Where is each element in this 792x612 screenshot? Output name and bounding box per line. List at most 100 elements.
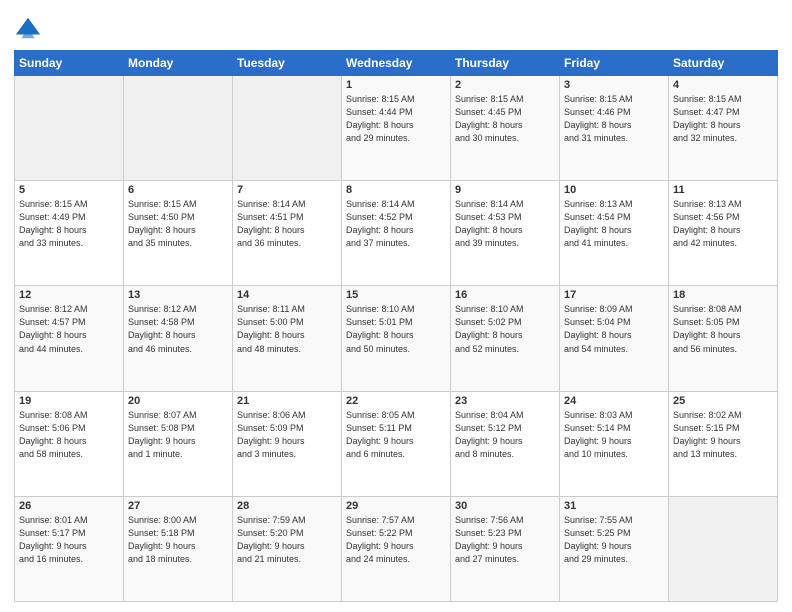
calendar-cell (15, 76, 124, 181)
header (14, 10, 778, 42)
day-info: Sunrise: 8:01 AM Sunset: 5:17 PM Dayligh… (19, 514, 119, 566)
calendar-cell: 18 Sunrise: 8:08 AM Sunset: 5:05 PM Dayli… (669, 286, 778, 391)
calendar-cell: 25 Sunrise: 8:02 AM Sunset: 5:15 PM Dayli… (669, 391, 778, 496)
calendar-cell: 10Sunrise: 8:13 AM Sunset: 4:54 PM Dayli… (560, 181, 669, 286)
day-info: Sunrise: 8:04 AM Sunset: 5:12 PM Dayligh… (455, 409, 555, 461)
day-number: 14 (237, 289, 337, 301)
calendar-cell: 19 Sunrise: 8:08 AM Sunset: 5:06 PM Dayli… (15, 391, 124, 496)
day-number: 18 (673, 289, 773, 301)
day-info: Sunrise: 8:13 AM Sunset: 4:56 PM Dayligh… (673, 198, 773, 250)
calendar-cell: 7 Sunrise: 8:14 AM Sunset: 4:51 PM Daylig… (233, 181, 342, 286)
calendar-cell: 8 Sunrise: 8:14 AM Sunset: 4:52 PM Daylig… (342, 181, 451, 286)
day-info: Sunrise: 8:10 AM Sunset: 5:02 PM Dayligh… (455, 303, 555, 355)
calendar-cell: 28Sunrise: 7:59 AM Sunset: 5:20 PM Dayli… (233, 496, 342, 601)
day-info: Sunrise: 8:03 AM Sunset: 5:14 PM Dayligh… (564, 409, 664, 461)
day-number: 23 (455, 395, 555, 407)
day-number: 6 (128, 184, 228, 196)
logo-area (14, 14, 44, 42)
day-number: 16 (455, 289, 555, 301)
calendar-cell: 4Sunrise: 8:15 AM Sunset: 4:47 PM Daylig… (669, 76, 778, 181)
day-info: Sunrise: 7:59 AM Sunset: 5:20 PM Dayligh… (237, 514, 337, 566)
weekday-header-tuesday: Tuesday (233, 51, 342, 76)
weekday-header-saturday: Saturday (669, 51, 778, 76)
day-number: 25 (673, 395, 773, 407)
day-info: Sunrise: 8:15 AM Sunset: 4:47 PM Dayligh… (673, 93, 773, 145)
calendar-cell: 20 Sunrise: 8:07 AM Sunset: 5:08 PM Dayli… (124, 391, 233, 496)
calendar-week-1: 1 Sunrise: 8:15 AM Sunset: 4:44 PM Daylig… (15, 76, 778, 181)
day-info: Sunrise: 8:14 AM Sunset: 4:53 PM Dayligh… (455, 198, 555, 250)
day-info: Sunrise: 8:08 AM Sunset: 5:05 PM Dayligh… (673, 303, 773, 355)
day-number: 20 (128, 395, 228, 407)
calendar-cell (124, 76, 233, 181)
weekday-header-monday: Monday (124, 51, 233, 76)
day-number: 29 (346, 500, 446, 512)
day-number: 5 (19, 184, 119, 196)
calendar-cell: 14 Sunrise: 8:11 AM Sunset: 5:00 PM Dayli… (233, 286, 342, 391)
calendar-table: SundayMondayTuesdayWednesdayThursdayFrid… (14, 50, 778, 602)
day-info: Sunrise: 8:02 AM Sunset: 5:15 PM Dayligh… (673, 409, 773, 461)
day-number: 2 (455, 79, 555, 91)
day-info: Sunrise: 8:14 AM Sunset: 4:52 PM Dayligh… (346, 198, 446, 250)
calendar-cell: 12 Sunrise: 8:12 AM Sunset: 4:57 PM Dayli… (15, 286, 124, 391)
day-number: 24 (564, 395, 664, 407)
day-number: 3 (564, 79, 664, 91)
calendar-week-3: 12 Sunrise: 8:12 AM Sunset: 4:57 PM Dayli… (15, 286, 778, 391)
day-info: Sunrise: 8:12 AM Sunset: 4:57 PM Dayligh… (19, 303, 119, 355)
day-info: Sunrise: 8:15 AM Sunset: 4:49 PM Dayligh… (19, 198, 119, 250)
day-info: Sunrise: 8:11 AM Sunset: 5:00 PM Dayligh… (237, 303, 337, 355)
day-info: Sunrise: 8:15 AM Sunset: 4:45 PM Dayligh… (455, 93, 555, 145)
day-info: Sunrise: 8:10 AM Sunset: 5:01 PM Dayligh… (346, 303, 446, 355)
calendar-cell: 15 Sunrise: 8:10 AM Sunset: 5:01 PM Dayli… (342, 286, 451, 391)
calendar-cell: 1 Sunrise: 8:15 AM Sunset: 4:44 PM Daylig… (342, 76, 451, 181)
day-number: 31 (564, 500, 664, 512)
calendar-cell: 24 Sunrise: 8:03 AM Sunset: 5:14 PM Dayli… (560, 391, 669, 496)
calendar-cell: 13 Sunrise: 8:12 AM Sunset: 4:58 PM Dayli… (124, 286, 233, 391)
day-info: Sunrise: 8:13 AM Sunset: 4:54 PM Dayligh… (564, 198, 664, 250)
day-info: Sunrise: 8:15 AM Sunset: 4:50 PM Dayligh… (128, 198, 228, 250)
day-number: 8 (346, 184, 446, 196)
day-number: 7 (237, 184, 337, 196)
day-info: Sunrise: 8:07 AM Sunset: 5:08 PM Dayligh… (128, 409, 228, 461)
calendar-week-4: 19 Sunrise: 8:08 AM Sunset: 5:06 PM Dayli… (15, 391, 778, 496)
calendar-cell: 27 Sunrise: 8:00 AM Sunset: 5:18 PM Dayli… (124, 496, 233, 601)
day-number: 15 (346, 289, 446, 301)
calendar-cell: 23 Sunrise: 8:04 AM Sunset: 5:12 PM Dayli… (451, 391, 560, 496)
day-info: Sunrise: 8:05 AM Sunset: 5:11 PM Dayligh… (346, 409, 446, 461)
calendar-cell: 5 Sunrise: 8:15 AM Sunset: 4:49 PM Daylig… (15, 181, 124, 286)
day-number: 30 (455, 500, 555, 512)
day-info: Sunrise: 7:56 AM Sunset: 5:23 PM Dayligh… (455, 514, 555, 566)
weekday-header-friday: Friday (560, 51, 669, 76)
day-info: Sunrise: 8:08 AM Sunset: 5:06 PM Dayligh… (19, 409, 119, 461)
day-info: Sunrise: 8:14 AM Sunset: 4:51 PM Dayligh… (237, 198, 337, 250)
day-number: 19 (19, 395, 119, 407)
day-number: 13 (128, 289, 228, 301)
day-number: 17 (564, 289, 664, 301)
day-number: 27 (128, 500, 228, 512)
logo-icon (14, 14, 42, 42)
calendar-cell: 6 Sunrise: 8:15 AM Sunset: 4:50 PM Daylig… (124, 181, 233, 286)
calendar-cell: 26 Sunrise: 8:01 AM Sunset: 5:17 PM Dayli… (15, 496, 124, 601)
weekday-header-thursday: Thursday (451, 51, 560, 76)
day-number: 1 (346, 79, 446, 91)
day-info: Sunrise: 8:12 AM Sunset: 4:58 PM Dayligh… (128, 303, 228, 355)
day-number: 9 (455, 184, 555, 196)
day-info: Sunrise: 8:15 AM Sunset: 4:46 PM Dayligh… (564, 93, 664, 145)
calendar-page: SundayMondayTuesdayWednesdayThursdayFrid… (0, 0, 792, 612)
calendar-cell: 11 Sunrise: 8:13 AM Sunset: 4:56 PM Dayli… (669, 181, 778, 286)
calendar-cell: 29Sunrise: 7:57 AM Sunset: 5:22 PM Dayli… (342, 496, 451, 601)
weekday-header-row: SundayMondayTuesdayWednesdayThursdayFrid… (15, 51, 778, 76)
calendar-week-2: 5 Sunrise: 8:15 AM Sunset: 4:49 PM Daylig… (15, 181, 778, 286)
day-number: 11 (673, 184, 773, 196)
calendar-cell: 31Sunrise: 7:55 AM Sunset: 5:25 PM Dayli… (560, 496, 669, 601)
day-number: 12 (19, 289, 119, 301)
calendar-cell: 30 Sunrise: 7:56 AM Sunset: 5:23 PM Dayli… (451, 496, 560, 601)
calendar-cell: 21Sunrise: 8:06 AM Sunset: 5:09 PM Dayli… (233, 391, 342, 496)
calendar-cell: 16 Sunrise: 8:10 AM Sunset: 5:02 PM Dayli… (451, 286, 560, 391)
day-info: Sunrise: 8:06 AM Sunset: 5:09 PM Dayligh… (237, 409, 337, 461)
day-number: 26 (19, 500, 119, 512)
weekday-header-sunday: Sunday (15, 51, 124, 76)
day-info: Sunrise: 8:00 AM Sunset: 5:18 PM Dayligh… (128, 514, 228, 566)
calendar-week-5: 26 Sunrise: 8:01 AM Sunset: 5:17 PM Dayli… (15, 496, 778, 601)
day-info: Sunrise: 8:15 AM Sunset: 4:44 PM Dayligh… (346, 93, 446, 145)
calendar-cell: 9 Sunrise: 8:14 AM Sunset: 4:53 PM Daylig… (451, 181, 560, 286)
